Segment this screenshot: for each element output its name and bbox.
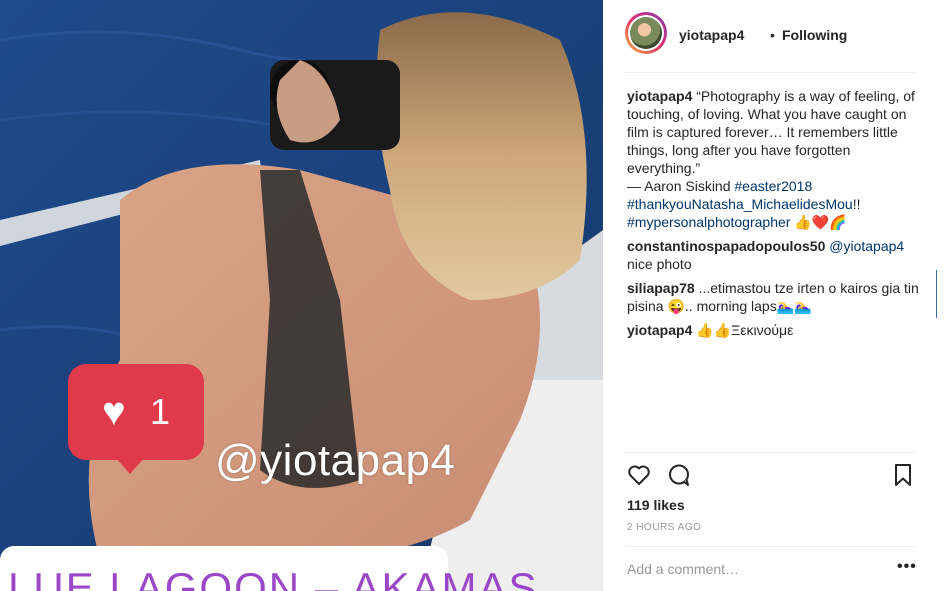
comment-icon[interactable]	[667, 463, 691, 492]
bookmark-icon[interactable]	[891, 463, 915, 492]
header-separator: •	[770, 27, 775, 43]
comment-mention[interactable]: @yiotapap4	[829, 238, 904, 254]
caption: yiotapap4 “Photography is a way of feeli…	[627, 87, 919, 231]
hashtag-link[interactable]: #thankyouNatasha_MichaelidesMou	[627, 196, 853, 212]
photo-scene	[0, 0, 603, 591]
comment-text: 👍👍Ξεκινούμε	[696, 322, 794, 338]
location-sticker-text: LUE LAGOON – AKAMAS	[8, 564, 539, 591]
post-header: yiotapap4 • Following	[603, 0, 949, 72]
comment-author[interactable]: constantinospapadopoulos50	[627, 238, 825, 254]
divider	[625, 452, 915, 453]
hashtag-link[interactable]: #mypersonalphotographer	[627, 214, 790, 230]
divider	[625, 546, 915, 547]
caption-attribution: — Aaron Siskind	[627, 178, 731, 194]
more-options-button[interactable]: •••	[897, 558, 917, 576]
comment-input[interactable]: Add a comment…	[627, 561, 739, 577]
caption-author[interactable]: yiotapap4	[627, 88, 692, 104]
like-notification-sticker: ♥ 1	[68, 364, 204, 474]
post-photo[interactable]: ♥ 1 @yiotapap4 LUE LAGOON – AKAMAS	[0, 0, 603, 591]
caption-emoji: 👍❤️🌈	[794, 214, 847, 230]
sticker-like-count: 1	[150, 391, 171, 432]
window-edge	[936, 270, 949, 318]
caption-tag-suffix: !!	[852, 196, 861, 212]
like-count[interactable]: 119 likes	[627, 497, 685, 513]
comment-author[interactable]: yiotapap4	[627, 322, 692, 338]
comment-item: siliapap78 ...etimastou tze irten o kair…	[627, 279, 919, 315]
comment-item: constantinospapadopoulos50 @yiotapap4 ni…	[627, 237, 919, 273]
comment-text: nice photo	[627, 256, 692, 272]
divider	[625, 72, 915, 73]
comment-item: yiotapap4 👍👍Ξεκινούμε	[627, 321, 919, 339]
mention-sticker: @yiotapap4	[215, 436, 456, 485]
hashtag-link[interactable]: #easter2018	[734, 178, 812, 194]
comment-author[interactable]: siliapap78	[627, 280, 695, 296]
timestamp[interactable]: 2 HOURS AGO	[627, 522, 701, 533]
following-button[interactable]: Following	[782, 27, 847, 43]
comments-list: yiotapap4 “Photography is a way of feeli…	[627, 87, 919, 339]
post-sidebar: yiotapap4 • Following yiotapap4 “Photogr…	[603, 0, 949, 591]
avatar[interactable]	[625, 12, 667, 54]
heart-icon[interactable]	[627, 463, 651, 492]
header-username[interactable]: yiotapap4	[679, 27, 744, 43]
heart-icon: ♥	[102, 390, 126, 434]
